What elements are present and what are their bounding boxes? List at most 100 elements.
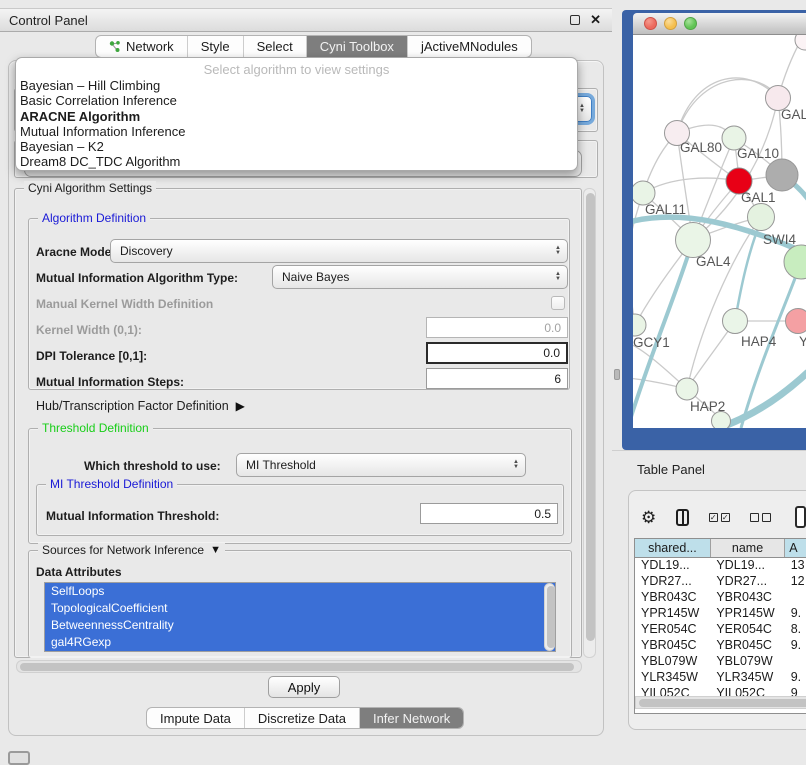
tab-impute-data[interactable]: Impute Data — [147, 708, 244, 728]
column-header-shared-name[interactable]: shared... — [635, 539, 710, 557]
columns-icon[interactable] — [676, 509, 689, 526]
gear-icon[interactable]: ⚙ — [641, 509, 656, 526]
network-node-gal4[interactable] — [676, 223, 711, 258]
cell[interactable]: YLR345W — [710, 669, 784, 685]
tab-discretize-data-label: Discretize Data — [258, 711, 346, 726]
attribute-list-scrollbar[interactable] — [544, 583, 555, 651]
cell[interactable]: YBR045C — [710, 637, 784, 653]
cell[interactable] — [785, 653, 806, 669]
network-node-gcy1[interactable] — [633, 314, 646, 336]
cell[interactable]: YBR043C — [635, 589, 710, 605]
algorithm-option-aracne[interactable]: ARACNE Algorithm — [16, 109, 577, 124]
network-window-titlebar[interactable] — [633, 13, 806, 35]
table-row[interactable]: YER054CYER054C8. — [635, 621, 806, 637]
network-node-hap4[interactable] — [723, 309, 748, 334]
manual-kernel-width-checkbox[interactable] — [551, 296, 565, 310]
cell[interactable]: YDR27... — [635, 573, 710, 589]
which-threshold-combo[interactable]: MI Threshold ▲▼ — [236, 453, 526, 477]
algorithm-option-bayesian-k2[interactable]: Bayesian – K2 — [16, 139, 577, 154]
algorithm-option-dream8[interactable]: Dream8 DC_TDC Algorithm — [16, 154, 577, 169]
algorithm-option-basic-correlation[interactable]: Basic Correlation Inference — [16, 93, 577, 108]
cell[interactable]: YBR045C — [635, 637, 710, 653]
cell[interactable] — [785, 589, 806, 605]
mi-algorithm-type-value: Naive Bayes — [282, 270, 552, 284]
network-node-hap2[interactable] — [676, 378, 698, 400]
algorithm-option-bayesian-hill-climbing[interactable]: Bayesian – Hill Climbing — [16, 78, 577, 93]
table-row[interactable]: YLR345WYLR345W9. — [635, 669, 806, 685]
table-row[interactable]: YDR27...YDR27...12 — [635, 573, 806, 589]
cell[interactable]: YER054C — [635, 621, 710, 637]
network-node-salmon[interactable] — [786, 309, 806, 334]
threshold-definition-title: Threshold Definition — [38, 421, 153, 435]
tab-cyni-toolbox[interactable]: Cyni Toolbox — [306, 36, 407, 57]
window-close-button[interactable] — [644, 17, 657, 30]
cell[interactable]: YDL19... — [710, 557, 784, 573]
apply-button[interactable]: Apply — [268, 676, 340, 698]
network-node-swi4[interactable] — [784, 245, 806, 279]
tab-discretize-data[interactable]: Discretize Data — [244, 708, 359, 728]
cell[interactable]: 9. — [785, 605, 806, 621]
table-row[interactable]: YBR045CYBR045C9. — [635, 637, 806, 653]
hub-definition-expander[interactable]: Hub/Transcription Factor Definition ▶ — [36, 399, 245, 413]
cell[interactable]: YBL079W — [710, 653, 784, 669]
attr-item-betweennesscentrality[interactable]: BetweennessCentrality — [45, 617, 555, 634]
cell[interactable]: 8. — [785, 621, 806, 637]
table-row[interactable]: YPR145WYPR145W9. — [635, 605, 806, 621]
window-zoom-button[interactable] — [684, 17, 697, 30]
cell[interactable]: 12 — [785, 573, 806, 589]
column-header-name[interactable]: name — [710, 539, 784, 557]
cell[interactable]: YER054C — [710, 621, 784, 637]
manual-kernel-width-label: Manual Kernel Width Definition — [36, 297, 213, 311]
tab-jactivemnodules[interactable]: jActiveMNodules — [407, 36, 531, 57]
attr-item-topologicalcoefficient[interactable]: TopologicalCoefficient — [45, 600, 555, 617]
tab-infer-network[interactable]: Infer Network — [359, 708, 463, 728]
node-label-gal4: GAL4 — [696, 254, 731, 269]
network-view-canvas[interactable]: GAL GAL80 GAL10 GAL1 GAL11 SWI4 GAL4 GCY… — [633, 35, 806, 428]
tab-style[interactable]: Style — [187, 36, 243, 57]
tab-select[interactable]: Select — [243, 36, 306, 57]
cell[interactable]: YBL079W — [635, 653, 710, 669]
table-row[interactable]: YBL079WYBL079W — [635, 653, 806, 669]
splitpane-divider-handle[interactable] — [614, 369, 620, 380]
table-row[interactable]: YBR043CYBR043C — [635, 589, 806, 605]
tab-network[interactable]: Network — [96, 36, 187, 57]
cell[interactable]: YPR145W — [710, 605, 784, 621]
cell[interactable]: YPR145W — [635, 605, 710, 621]
kernel-width-field[interactable]: 0.0 — [426, 317, 568, 338]
new-table-icon[interactable] — [795, 506, 806, 528]
table-row[interactable]: YDL19...YDL19...13 — [635, 557, 806, 573]
table-horizontal-scrollbar[interactable] — [635, 696, 806, 709]
cell[interactable]: YDL19... — [635, 557, 710, 573]
screen: { "icons": { "close": "✕", "gear": "⚙", … — [0, 0, 806, 762]
algorithm-option-mutual-information[interactable]: Mutual Information Inference — [16, 124, 577, 139]
close-icon[interactable]: ✕ — [590, 15, 601, 25]
select-all-icon[interactable]: ✓ ✓ — [709, 513, 730, 522]
window-minimize-button[interactable] — [664, 17, 677, 30]
cell[interactable]: YDR27... — [710, 573, 784, 589]
deselect-all-icon[interactable] — [750, 513, 771, 522]
mi-steps-field[interactable]: 6 — [426, 368, 568, 389]
settings-horizontal-scrollbar[interactable] — [16, 660, 582, 673]
sources-title: Sources for Network Inference — [42, 543, 204, 557]
cell[interactable]: 13 — [785, 557, 806, 573]
mi-threshold-field[interactable]: 0.5 — [420, 503, 558, 524]
cell[interactable]: YBR043C — [710, 589, 784, 605]
aracne-mode-combo[interactable]: Discovery ▲▼ — [110, 239, 568, 263]
cell[interactable]: 9. — [785, 637, 806, 653]
attr-item-gal4rgexp[interactable]: gal4RGexp — [45, 634, 555, 651]
column-header-partial[interactable]: A — [785, 539, 806, 557]
mi-algorithm-type-combo[interactable]: Naive Bayes ▲▼ — [272, 265, 568, 289]
float-window-icon[interactable] — [570, 15, 580, 25]
cell[interactable]: 9. — [785, 669, 806, 685]
node-label-hap2: HAP2 — [690, 399, 725, 414]
attr-item-selfloops[interactable]: SelfLoops — [45, 583, 555, 600]
sources-title-row[interactable]: Sources for Network Inference ▼ — [38, 543, 225, 557]
cell[interactable]: YLR345W — [635, 669, 710, 685]
network-node-gray[interactable] — [766, 159, 798, 191]
network-node-gal1[interactable] — [748, 204, 775, 231]
settings-vertical-scrollbar[interactable] — [583, 188, 596, 658]
data-attributes-list: SelfLoops TopologicalCoefficient Between… — [44, 582, 556, 652]
collapsed-panel-chip[interactable] — [8, 751, 30, 765]
dpi-tolerance-field[interactable]: 0.0 — [426, 342, 568, 364]
node-label-gal11: GAL11 — [645, 202, 686, 217]
